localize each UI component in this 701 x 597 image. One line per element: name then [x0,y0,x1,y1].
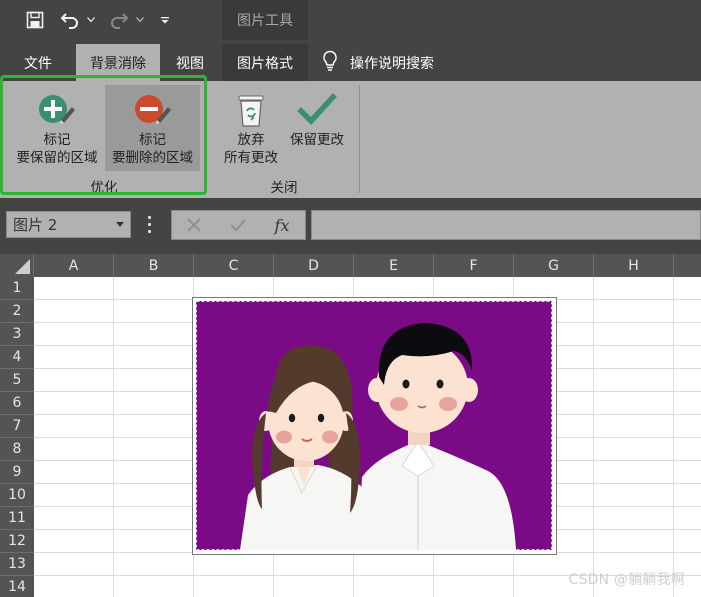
formula-bar: 图片 2 fx [0,198,701,254]
column-header-overflow [674,254,701,277]
row-header[interactable]: 6 [0,392,34,415]
row-header[interactable]: 10 [0,484,34,507]
group-label-close: 关闭 [270,180,298,196]
row-header[interactable]: 5 [0,369,34,392]
column-header[interactable]: A [34,254,114,277]
portrait-photo [196,301,552,550]
row-header[interactable]: 12 [0,530,34,553]
tell-me-search[interactable]: 操作说明搜索 [322,44,434,81]
row-header[interactable]: 11 [0,507,34,530]
undo-icon[interactable] [59,9,81,31]
discard-icon [235,85,267,129]
name-box[interactable]: 图片 2 [6,211,131,238]
discard-changes-button[interactable]: 放弃 所有更改 [218,85,284,171]
column-header[interactable]: B [114,254,194,277]
cancel-icon[interactable] [174,211,214,239]
picture-2[interactable] [192,297,557,555]
group-separator [359,85,360,193]
row-header[interactable]: 3 [0,323,34,346]
row-header[interactable]: 4 [0,346,34,369]
name-box-value: 图片 2 [13,216,58,234]
column-header[interactable]: H [594,254,674,277]
contextual-group-label: 图片工具 [222,0,308,40]
highlight-box [0,75,207,195]
save-icon[interactable] [24,9,46,31]
insert-function-button[interactable]: fx [262,211,302,239]
column-header[interactable]: F [434,254,514,277]
watermark: CSDN @躺躺我啊 [568,572,685,588]
row-header[interactable]: 8 [0,438,34,461]
row-header[interactable]: 9 [0,461,34,484]
column-header[interactable]: G [514,254,594,277]
more-options-icon[interactable] [148,216,152,233]
row-header[interactable]: 13 [0,553,34,576]
chevron-down-icon[interactable] [116,222,124,227]
redo-icon[interactable] [108,9,130,31]
keep-changes-label: 保留更改 [290,132,344,148]
tell-me-label: 操作说明搜索 [350,55,434,72]
column-header[interactable]: C [194,254,274,277]
formula-buttons: fx [171,210,306,240]
dropdown-icon[interactable] [135,9,145,31]
lightbulb-icon [322,50,338,76]
row-header[interactable]: 7 [0,415,34,438]
select-all-corner[interactable] [0,254,34,277]
keep-changes-button[interactable]: 保留更改 [284,85,350,171]
customize-icon[interactable] [159,9,171,31]
row-header[interactable]: 1 [0,277,34,300]
checkmark-icon [297,85,337,129]
enter-icon[interactable] [218,211,258,239]
row-header[interactable]: 2 [0,300,34,323]
discard-label-1: 放弃 [237,132,265,148]
title-bar: 图片工具 [0,0,701,40]
formula-input[interactable] [311,210,701,240]
discard-label-2: 所有更改 [224,150,278,166]
row-header[interactable]: 14 [0,576,34,597]
column-header[interactable]: E [354,254,434,277]
column-header[interactable]: D [274,254,354,277]
dropdown-icon[interactable] [86,9,96,31]
tab-picture-format[interactable]: 图片格式 [222,44,308,81]
